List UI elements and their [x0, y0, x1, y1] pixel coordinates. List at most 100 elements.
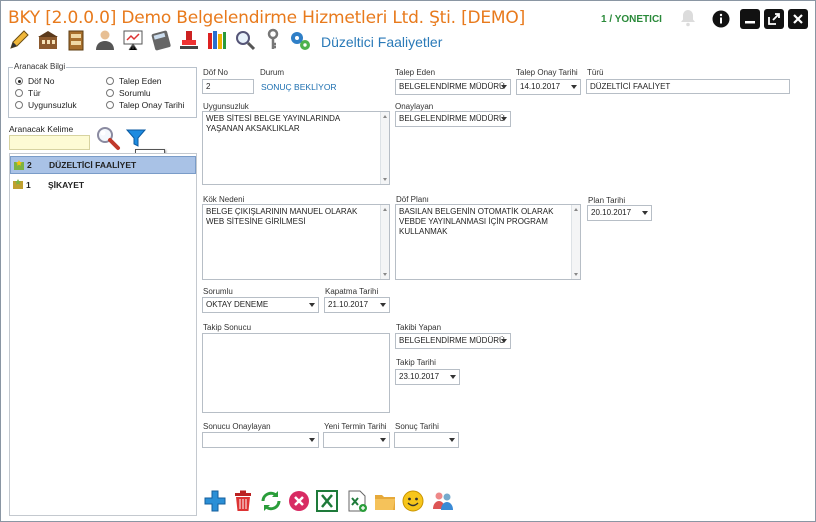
- scroll-down-icon[interactable]: [574, 273, 578, 276]
- bell-icon[interactable]: [680, 9, 696, 27]
- module-title: Düzeltici Faaliyetler: [321, 34, 443, 50]
- list-item-name: ŞİKAYET: [48, 180, 85, 190]
- sonucu-onaylayan-label: Sonucu Onaylayan: [203, 422, 271, 431]
- chevron-down-icon: [642, 211, 648, 215]
- radio-label: Sorumlu: [119, 88, 151, 98]
- turu-field[interactable]: DÜZELTİCİ FAALİYET: [586, 79, 790, 94]
- takibi-yapan-select[interactable]: BELGELENDİRME MÜDÜRÜ: [395, 333, 511, 349]
- user-icon[interactable]: [93, 28, 117, 52]
- close-button[interactable]: [788, 9, 808, 29]
- calculator-icon[interactable]: [149, 28, 173, 52]
- talep-eden-value: BELGELENDİRME MÜDÜRÜ: [399, 82, 505, 91]
- talep-onay-label: Talep Onay Tarihi: [516, 68, 578, 77]
- users-icon[interactable]: [431, 489, 455, 513]
- stamp-icon[interactable]: [177, 28, 201, 52]
- chevron-down-icon: [501, 339, 507, 343]
- filter-icon[interactable]: [125, 127, 147, 149]
- chevron-down-icon: [501, 117, 507, 121]
- books-icon[interactable]: [205, 28, 229, 52]
- radio-dot: [106, 77, 114, 85]
- radio-label: Tür: [28, 88, 41, 98]
- excel-export-icon[interactable]: [345, 489, 369, 513]
- onaylayan-select[interactable]: BELGELENDİRME MÜDÜRÜ: [395, 111, 511, 127]
- key-icon[interactable]: [261, 28, 285, 52]
- scrollbar[interactable]: [380, 112, 389, 184]
- dof-no-field[interactable]: 2: [202, 79, 254, 94]
- turu-label: Türü: [587, 68, 604, 77]
- talep-eden-select[interactable]: BELGELENDİRME MÜDÜRÜ: [395, 79, 511, 95]
- scroll-up-icon[interactable]: [574, 208, 578, 211]
- delete-icon[interactable]: [231, 489, 255, 513]
- list-item-no: 1: [26, 180, 31, 190]
- magnifier-icon[interactable]: [233, 28, 257, 52]
- talep-onay-date[interactable]: 14.10.2017: [516, 79, 581, 95]
- cancel-icon[interactable]: [287, 489, 311, 513]
- radio-talep-onay-tarihi[interactable]: Talep Onay Tarihi: [106, 100, 185, 110]
- kapatma-label: Kapatma Tarihi: [325, 287, 379, 296]
- search-icon[interactable]: [95, 125, 121, 151]
- dof-no-label: Döf No: [203, 68, 228, 77]
- add-icon[interactable]: [203, 489, 227, 513]
- radio-label: Uygunsuzluk: [28, 100, 77, 110]
- search-label: Aranacak Kelime: [9, 124, 74, 134]
- refresh-icon[interactable]: [259, 489, 283, 513]
- chevron-down-icon: [380, 303, 386, 307]
- sonuc-tarihi-date[interactable]: [394, 432, 459, 448]
- scrollbar[interactable]: [380, 205, 389, 279]
- talep-onay-value: 14.10.2017: [520, 82, 561, 91]
- radio-dof-no[interactable]: Döf No: [15, 76, 54, 86]
- list-item[interactable]: 2 DÜZELTİCİ FAALİYET: [10, 156, 196, 174]
- scroll-up-icon[interactable]: [383, 208, 387, 211]
- left-panel: Aranacak Bilgi Döf No Tür Uygunsuzluk Ta…: [8, 61, 197, 516]
- list-item-name: DÜZELTİCİ FAALİYET: [49, 160, 137, 170]
- chevron-down-icon: [501, 85, 507, 89]
- takibi-yapan-value: BELGELENDİRME MÜDÜRÜ: [399, 336, 505, 345]
- search-input[interactable]: [9, 135, 90, 150]
- sorumlu-value: OKTAY DENEME: [206, 300, 269, 309]
- takip-sonucu-textarea[interactable]: [202, 333, 390, 413]
- maximize-button[interactable]: [764, 9, 784, 29]
- radio-sorumlu[interactable]: Sorumlu: [106, 88, 151, 98]
- folder-icon[interactable]: [373, 489, 397, 513]
- plan-tarihi-value: 20.10.2017: [591, 208, 632, 217]
- info-button[interactable]: [711, 9, 731, 29]
- list-item[interactable]: 1 ŞİKAYET: [10, 176, 196, 194]
- dof-plani-textarea[interactable]: BASILAN BELGENİN OTOMATİK OLARAK VEBDE Y…: [395, 204, 581, 280]
- radio-dot: [15, 89, 23, 97]
- scroll-down-icon[interactable]: [383, 273, 387, 276]
- yeni-termin-date[interactable]: [323, 432, 390, 448]
- kok-neden-textarea[interactable]: BELGE ÇIKIŞLARININ MANUEL OLARAK WEB SİT…: [202, 204, 390, 280]
- takip-tarihi-date[interactable]: 23.10.2017: [395, 369, 460, 385]
- radio-label: Talep Onay Tarihi: [119, 100, 185, 110]
- archive-icon[interactable]: [64, 28, 88, 52]
- title-bar: BKY [2.0.0.0] Demo Belgelendirme Hizmetl…: [1, 1, 815, 59]
- list-item-no: 2: [27, 160, 32, 170]
- sorumlu-select[interactable]: OKTAY DENEME: [202, 297, 319, 313]
- smiley-icon[interactable]: [401, 489, 425, 513]
- scrollbar[interactable]: [571, 205, 580, 279]
- scroll-up-icon[interactable]: [383, 115, 387, 118]
- dof-plani-label: Döf Planı: [396, 195, 429, 204]
- radio-talep-eden[interactable]: Talep Eden: [106, 76, 162, 86]
- dof-plani-value: BASILAN BELGENİN OTOMATİK OLARAK VEBDE Y…: [399, 207, 554, 236]
- pencil-icon[interactable]: [7, 28, 31, 52]
- uygunsuzluk-textarea[interactable]: WEB SİTESİ BELGE YAYINLARINDA YAŞANAN AK…: [202, 111, 390, 185]
- radio-dot: [106, 101, 114, 109]
- search-options-group: Aranacak Bilgi Döf No Tür Uygunsuzluk Ta…: [8, 62, 197, 118]
- radio-dot: [15, 77, 23, 85]
- scroll-down-icon[interactable]: [383, 178, 387, 181]
- presentation-icon[interactable]: [121, 28, 145, 52]
- minimize-button[interactable]: [740, 9, 760, 29]
- plan-tarihi-date[interactable]: 20.10.2017: [587, 205, 652, 221]
- radio-uygunsuzluk[interactable]: Uygunsuzluk: [15, 100, 77, 110]
- info-icon: [712, 10, 730, 28]
- folder-star-icon: [13, 179, 23, 189]
- excel-icon[interactable]: [315, 489, 339, 513]
- sonucu-onaylayan-select[interactable]: [202, 432, 319, 448]
- building-icon[interactable]: [36, 28, 60, 52]
- radio-tur[interactable]: Tür: [15, 88, 41, 98]
- radio-dot: [15, 101, 23, 109]
- chevron-down-icon: [309, 303, 315, 307]
- gears-icon[interactable]: [288, 28, 312, 52]
- kapatma-date[interactable]: 21.10.2017: [324, 297, 390, 313]
